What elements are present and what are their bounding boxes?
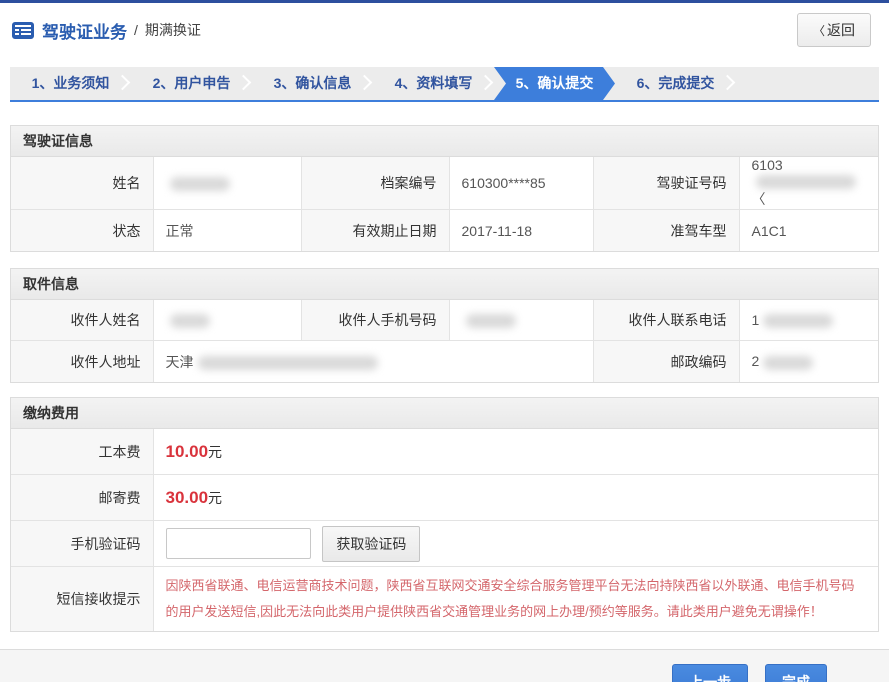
recipient-address-value: 天津 — [153, 341, 593, 382]
file-number-value: 610300****85 — [449, 157, 593, 210]
captcha-cell: 获取验证码 — [153, 521, 878, 567]
breadcrumb-current: 期满换证 — [145, 20, 201, 40]
vehicle-type-value: A1C1 — [739, 210, 878, 251]
recipient-mobile-value — [449, 300, 593, 341]
table-row: 收件人地址 天津 邮政编码 2 — [11, 341, 878, 382]
postcode-value: 2 — [739, 341, 878, 382]
fees-section: 缴纳费用 工本费 10.00元 邮寄费 30.00元 手机验证码 获取验证码 短… — [10, 397, 879, 633]
redacted-name — [170, 177, 230, 191]
table-row: 姓名 档案编号 610300****85 驾驶证号码 6103〈 — [11, 157, 878, 210]
recipient-mobile-label: 收件人手机号码 — [301, 300, 449, 341]
back-button[interactable]: 〈返回 — [797, 13, 871, 47]
valid-until-value: 2017-11-18 — [449, 210, 593, 251]
valid-until-label: 有效期止日期 — [301, 210, 449, 251]
step-progress-bar: 1、业务须知 2、用户申告 3、确认信息 4、资料填写 5、确认提交 6、完成提… — [10, 67, 879, 102]
name-label: 姓名 — [11, 157, 153, 210]
name-value — [153, 157, 301, 210]
sms-notice-label: 短信接收提示 — [11, 567, 153, 632]
mail-fee-label: 邮寄费 — [11, 475, 153, 521]
status-value: 正常 — [153, 210, 301, 251]
step-6-complete-submit[interactable]: 6、完成提交 — [615, 67, 736, 100]
chevron-left-icon: 〈 — [813, 24, 825, 38]
table-row: 手机验证码 获取验证码 — [11, 521, 878, 567]
production-fee-amount: 10.00 — [166, 442, 209, 461]
step-5-confirm-submit[interactable]: 5、确认提交 — [494, 67, 615, 100]
production-fee-value: 10.00元 — [153, 429, 878, 475]
vehicle-type-label: 准驾车型 — [593, 210, 739, 251]
postcode-label: 邮政编码 — [593, 341, 739, 382]
previous-step-button[interactable]: 上一步 — [672, 664, 748, 682]
pickup-info-table: 收件人姓名 收件人手机号码 收件人联系电话 1 收件人地址 天津 邮政编码 2 — [11, 300, 878, 382]
step-3-confirm-info[interactable]: 3、确认信息 — [252, 67, 373, 100]
redacted-recipient-address — [198, 356, 378, 370]
recipient-name-label: 收件人姓名 — [11, 300, 153, 341]
footer-action-bar: 上一步 完成 — [0, 649, 889, 682]
back-button-label: 返回 — [827, 22, 855, 38]
license-number-label: 驾驶证号码 — [593, 157, 739, 210]
redacted-recipient-mobile — [466, 314, 516, 328]
sms-notice-text: 因陕西省联通、电信运营商技术问题，陕西省互联网交通安全综合服务管理平台无法向持陕… — [166, 567, 867, 631]
table-row: 短信接收提示 因陕西省联通、电信运营商技术问题，陕西省互联网交通安全综合服务管理… — [11, 567, 878, 632]
step-4-fill-materials[interactable]: 4、资料填写 — [373, 67, 494, 100]
production-fee-label: 工本费 — [11, 429, 153, 475]
recipient-address-label: 收件人地址 — [11, 341, 153, 382]
file-number-label: 档案编号 — [301, 157, 449, 210]
license-info-section: 驾驶证信息 姓名 档案编号 610300****85 驾驶证号码 6103〈 状… — [10, 125, 879, 252]
mail-fee-value: 30.00元 — [153, 475, 878, 521]
captcha-label: 手机验证码 — [11, 521, 153, 567]
list-icon — [12, 22, 34, 39]
pickup-info-section: 取件信息 收件人姓名 收件人手机号码 收件人联系电话 1 收件人地址 天津 邮政… — [10, 268, 879, 383]
mail-fee-unit: 元 — [208, 490, 222, 506]
mail-fee-amount: 30.00 — [166, 488, 209, 507]
pickup-section-title: 取件信息 — [11, 269, 878, 300]
status-label: 状态 — [11, 210, 153, 251]
recipient-phone-value: 1 — [739, 300, 878, 341]
step-2-user-declaration[interactable]: 2、用户申告 — [131, 67, 252, 100]
recipient-phone-label: 收件人联系电话 — [593, 300, 739, 341]
sms-notice-cell: 因陕西省联通、电信运营商技术问题，陕西省互联网交通安全综合服务管理平台无法向持陕… — [153, 567, 878, 632]
table-row: 状态 正常 有效期止日期 2017-11-18 准驾车型 A1C1 — [11, 210, 878, 251]
table-row: 工本费 10.00元 — [11, 429, 878, 475]
step-1-business-notice[interactable]: 1、业务须知 — [10, 67, 131, 100]
page-header: 驾驶证业务 / 期满换证 〈返回 — [0, 3, 889, 55]
finish-button[interactable]: 完成 — [765, 664, 827, 682]
table-row: 邮寄费 30.00元 — [11, 475, 878, 521]
get-captcha-button[interactable]: 获取验证码 — [322, 526, 420, 562]
redacted-license-number — [756, 175, 856, 189]
redacted-recipient-name — [170, 314, 210, 328]
license-number-value: 6103〈 — [739, 157, 878, 210]
redacted-postcode — [763, 356, 813, 370]
fees-table: 工本费 10.00元 邮寄费 30.00元 手机验证码 获取验证码 短信接收提示… — [11, 429, 878, 632]
recipient-name-value — [153, 300, 301, 341]
fees-section-title: 缴纳费用 — [11, 398, 878, 429]
license-info-table: 姓名 档案编号 610300****85 驾驶证号码 6103〈 状态 正常 有… — [11, 157, 878, 251]
captcha-input[interactable] — [166, 528, 311, 559]
license-section-title: 驾驶证信息 — [11, 126, 878, 157]
step-bar-filler — [736, 67, 879, 100]
breadcrumb-separator: / — [134, 22, 138, 38]
table-row: 收件人姓名 收件人手机号码 收件人联系电话 1 — [11, 300, 878, 341]
production-fee-unit: 元 — [208, 444, 222, 460]
page-title: 驾驶证业务 — [42, 18, 127, 43]
redacted-recipient-phone — [763, 314, 833, 328]
